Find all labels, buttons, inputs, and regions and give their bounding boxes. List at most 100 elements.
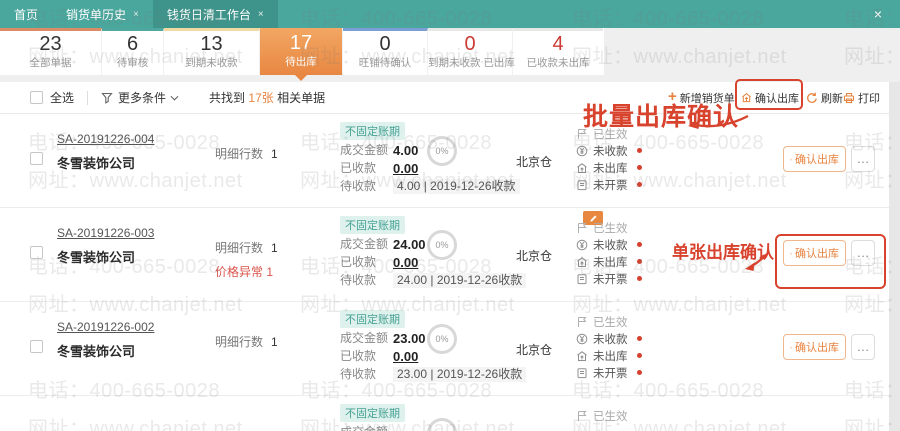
found-suffix: 相关单据	[277, 91, 326, 105]
outbound-icon	[577, 350, 587, 361]
order-row: SA-20191226-003 冬雪装饰公司 明细行数 1 价格异常 1 不固定账…	[0, 208, 889, 302]
stat-label: 到期未收款 已出库	[428, 57, 515, 69]
select-all-checkbox[interactable]	[30, 91, 43, 104]
more-actions-button[interactable]: …	[851, 240, 875, 266]
progress-value: 0%	[435, 334, 449, 344]
order-number-link[interactable]: SA-20191226-002	[57, 320, 154, 334]
stat-card-shop-confirm[interactable]: 0 旺铺待确认	[343, 28, 428, 75]
status-label: 已生效	[593, 316, 628, 329]
pending-value: 23.00 | 2019-12-26收款	[393, 367, 527, 382]
status-list: 已生效 未收款 未出库 未开票	[576, 313, 642, 381]
tab-bar: 首页 销货单历史 × 钱货日清工作台 × ×	[0, 0, 900, 28]
chevron-down-icon[interactable]	[170, 95, 179, 101]
confirm-outbound-button[interactable]: 确认出库	[783, 146, 846, 172]
status-dot	[636, 259, 642, 264]
finance-block: 不固定账期 成交金额	[340, 404, 405, 431]
stat-card-due-unpaid[interactable]: 13 到期未收款	[164, 28, 260, 75]
tab-close-icon[interactable]: ×	[258, 9, 264, 20]
stat-card-due-unpaid-shipped[interactable]: 0 到期未收款 已出库	[428, 28, 515, 75]
flag-icon	[578, 316, 587, 327]
result-count-text: 共找到 17张 相关单据	[209, 89, 325, 106]
refresh-button[interactable]: 刷新	[806, 82, 843, 113]
more-actions-button[interactable]: …	[851, 334, 875, 360]
stat-label: 已收款未出库	[526, 57, 590, 69]
stat-label: 旺铺待确认	[358, 57, 412, 69]
tab-label: 钱货日清工作台	[166, 7, 251, 22]
row-checkbox[interactable]	[30, 152, 43, 165]
coin-icon	[576, 145, 588, 156]
stat-value: 23	[39, 33, 62, 55]
add-sales-order-button[interactable]: + 新增销货单	[668, 82, 735, 113]
progress-ring: 0%	[427, 230, 457, 260]
stat-card-all[interactable]: 23 全部单据	[0, 28, 102, 75]
plus-icon: +	[668, 88, 677, 105]
stat-value: 4	[552, 33, 564, 55]
outbound-icon	[577, 162, 587, 173]
amount-value: 4.00	[393, 143, 419, 158]
row-checkbox[interactable]	[30, 246, 43, 259]
status-dot	[636, 165, 642, 170]
found-prefix: 共找到	[209, 91, 246, 105]
row-checkbox[interactable]	[30, 340, 43, 353]
select-all-label[interactable]: 全选	[50, 89, 74, 106]
billing-period-tag: 不固定账期	[340, 310, 405, 328]
tab-label: 销货单历史	[66, 7, 127, 22]
billing-period-tag: 不固定账期	[340, 216, 405, 234]
amount-value: 24.00	[393, 237, 426, 252]
confirm-outbound-button[interactable]: 确认出库	[783, 334, 846, 360]
amount-label: 成交金额	[340, 331, 389, 345]
order-info: SA-20191226-004 冬雪装饰公司	[57, 132, 154, 172]
pending-label: 待收款	[340, 367, 377, 381]
stat-value: 13	[200, 33, 223, 55]
tab-daily-workbench[interactable]: 钱货日清工作台 ×	[152, 0, 278, 28]
billing-period-tag: 不固定账期	[340, 404, 405, 422]
filter-icon	[101, 92, 113, 104]
window-close-icon[interactable]: ×	[874, 0, 882, 28]
billing-period-tag: 不固定账期	[340, 122, 405, 140]
amount-label: 成交金额	[340, 237, 389, 251]
stat-card-pending-outbound-selected[interactable]: 17 待出库	[260, 28, 343, 81]
status-dot	[636, 336, 642, 341]
status-label: 未出库	[593, 256, 628, 269]
status-label: 未开票	[593, 367, 628, 380]
received-label: 已收款	[340, 161, 377, 175]
status-label: 未开票	[593, 179, 628, 192]
received-value-link[interactable]: 0.00	[393, 161, 418, 176]
status-list: 已生效	[576, 407, 628, 424]
stat-value: 0	[464, 33, 476, 55]
confirm-outbound-button[interactable]: 确认出库	[783, 240, 846, 266]
tab-close-icon[interactable]: ×	[133, 9, 139, 20]
more-conditions-button[interactable]: 更多条件	[118, 89, 166, 106]
invoice-icon	[577, 179, 587, 190]
customer-name: 冬雪装饰公司	[57, 250, 136, 265]
status-label: 未收款	[593, 145, 628, 158]
order-number-link[interactable]: SA-20191226-004	[57, 132, 154, 146]
stat-card-pending-review[interactable]: 6 待审核	[102, 28, 164, 75]
more-actions-button[interactable]: …	[851, 146, 875, 172]
tab-home[interactable]: 首页	[0, 0, 52, 28]
warehouse-icon	[790, 252, 792, 254]
warehouse-icon	[790, 346, 792, 348]
status-dot	[636, 148, 642, 153]
customer-name: 冬雪装饰公司	[57, 344, 136, 359]
progress-value: 0%	[435, 146, 449, 156]
received-label: 已收款	[340, 349, 377, 363]
tab-sales-history[interactable]: 销货单历史 ×	[52, 0, 153, 28]
status-label: 未开票	[593, 273, 628, 286]
stat-label: 到期未收款	[185, 57, 238, 69]
order-number-link[interactable]: SA-20191226-003	[57, 226, 154, 240]
stat-value: 6	[126, 33, 139, 55]
received-value-link[interactable]: 0.00	[393, 349, 418, 364]
print-button[interactable]: 打印	[843, 82, 880, 113]
batch-confirm-outbound-button[interactable]: 确认出库	[741, 82, 799, 113]
stat-card-paid-unshipped[interactable]: 4 已收款未出库	[513, 28, 603, 75]
price-warning: 价格异常 1	[215, 265, 274, 279]
stat-value: 17	[289, 32, 313, 54]
stat-value: 0	[379, 33, 391, 55]
order-row: SA-20191226-002 冬雪装饰公司 明细行数 1 不固定账期 成交金额 2…	[0, 302, 889, 396]
stat-label: 全部单据	[29, 57, 72, 69]
flag-icon	[578, 410, 587, 421]
received-value-link[interactable]: 0.00	[393, 255, 418, 270]
vertical-scrollbar[interactable]	[889, 82, 900, 431]
detail-count-value: 1	[271, 147, 278, 161]
